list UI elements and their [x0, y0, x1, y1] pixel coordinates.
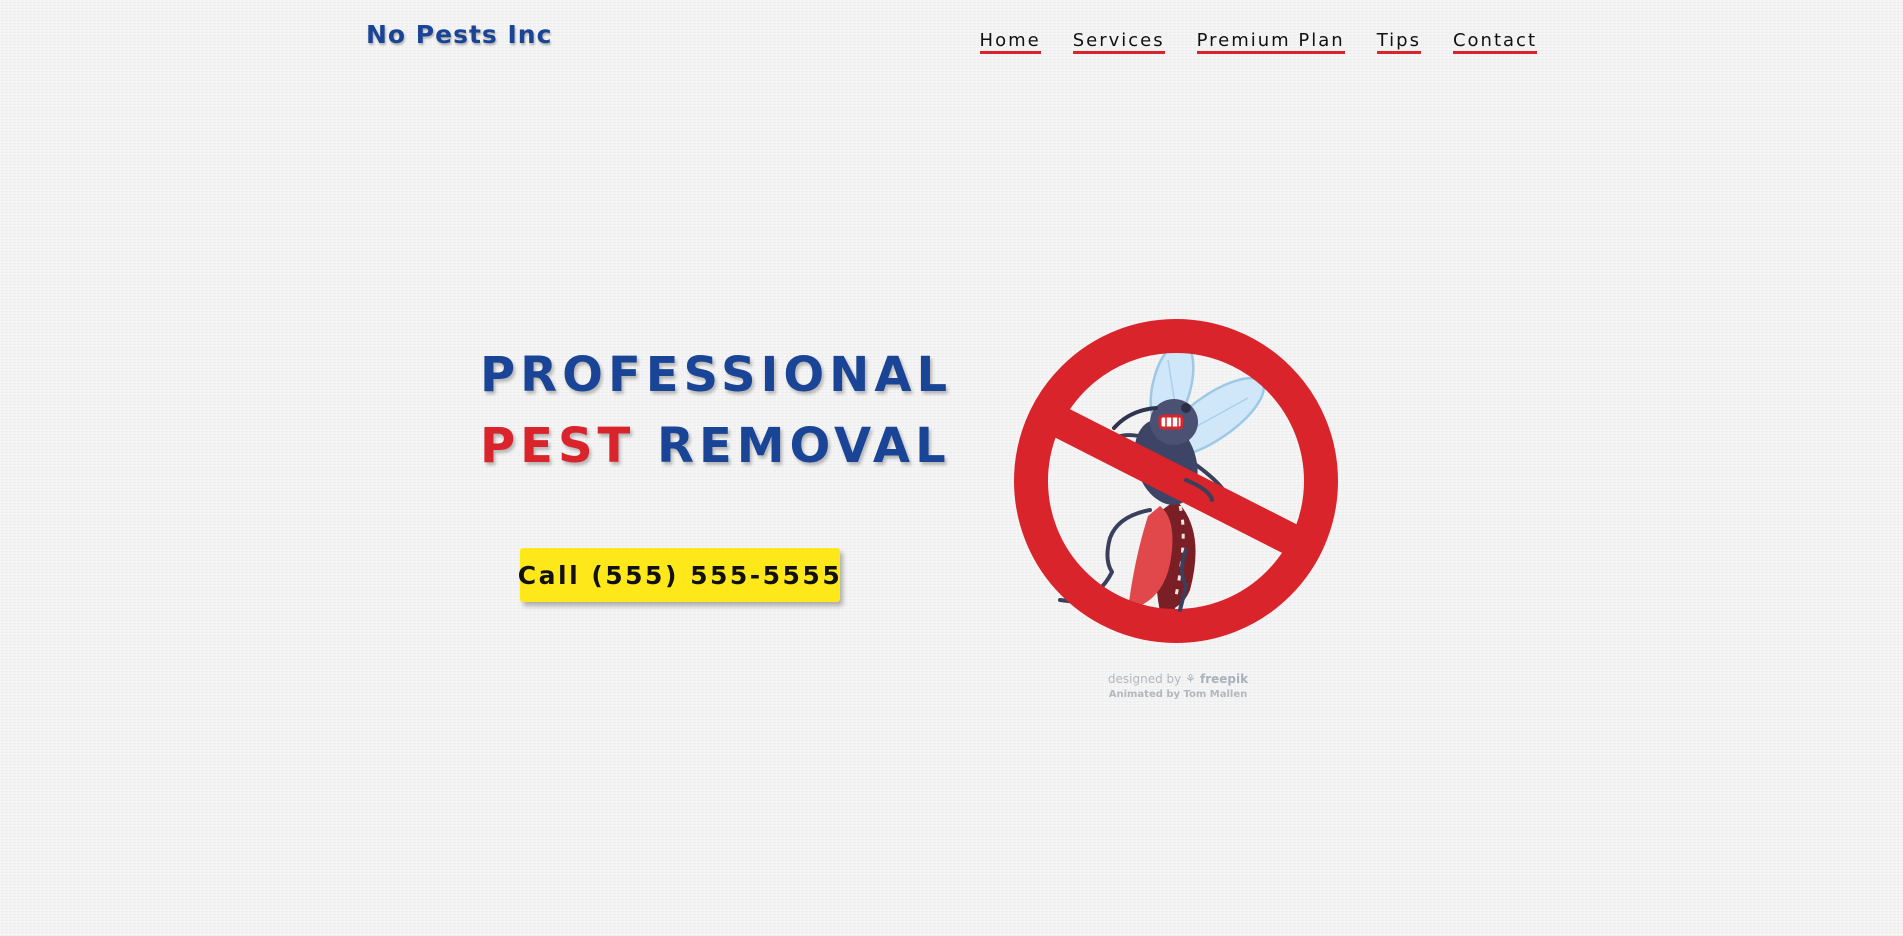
- illustration-credits: designed by ⚘ freepik Animated by Tom Ma…: [1078, 672, 1278, 702]
- credit-animated-by: Animated by Tom Mallen: [1108, 689, 1248, 700]
- main-nav: Home Services Premium Plan Tips Contact: [979, 31, 1537, 54]
- site-logo[interactable]: No Pests Inc: [366, 20, 552, 49]
- freepik-brand-text: freepik: [1200, 672, 1249, 686]
- nav-link-contact[interactable]: Contact: [1452, 31, 1537, 54]
- nav-link-tips[interactable]: Tips: [1376, 31, 1421, 54]
- nav-link-home[interactable]: Home: [979, 31, 1041, 54]
- headline-word-pest: PEST: [480, 418, 636, 474]
- nav-link-premium-plan[interactable]: Premium Plan: [1196, 31, 1345, 54]
- credit-designed-by: designed by ⚘ freepik: [1078, 672, 1278, 687]
- no-mosquito-icon: [1014, 319, 1338, 643]
- credit-designed-by-text: designed by: [1107, 672, 1182, 686]
- freepik-brand[interactable]: ⚘ freepik: [1185, 672, 1248, 686]
- hero-headline: PROFESSIONAL PEST REMOVAL: [480, 340, 952, 482]
- headline-word-removal: REMOVAL: [657, 418, 951, 474]
- call-button[interactable]: Call (555) 555-5555: [518, 548, 840, 602]
- headline-line-2: PEST REMOVAL: [480, 411, 952, 482]
- nav-link-services[interactable]: Services: [1072, 31, 1165, 54]
- headline-line-1: PROFESSIONAL: [480, 347, 953, 403]
